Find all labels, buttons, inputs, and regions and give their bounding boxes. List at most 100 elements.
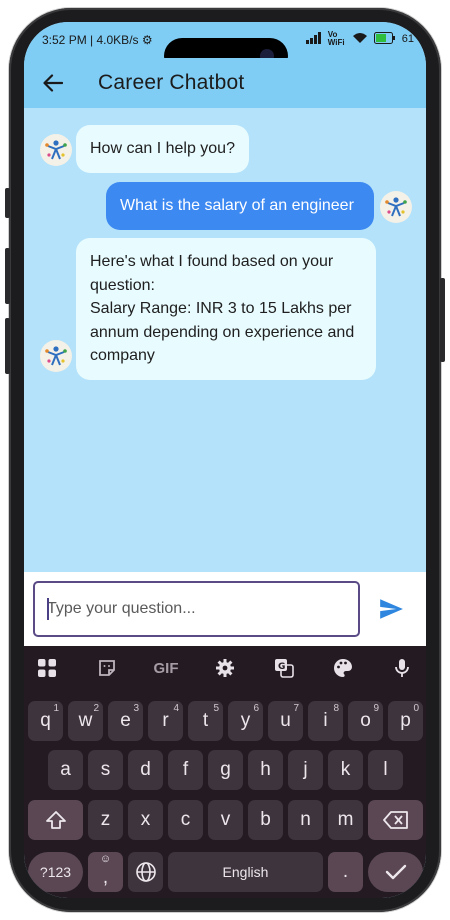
- key-hint: 0: [413, 703, 419, 714]
- key-g[interactable]: g: [208, 750, 243, 790]
- apps-grid-icon[interactable]: [27, 646, 67, 690]
- key-label: i: [323, 710, 328, 731]
- app-bar: Career Chatbot: [24, 58, 426, 108]
- backspace-key[interactable]: [368, 800, 423, 840]
- key-label: r: [162, 710, 169, 731]
- volume-down-button: [5, 318, 10, 374]
- key-hint: 2: [93, 703, 99, 714]
- soft-keyboard: GIF G q1 w2 e3 r4 t5 y6 u7 i8 o9 p0 a s: [24, 646, 426, 898]
- settings-status-icon: ⚙: [141, 33, 153, 47]
- key-hint: 7: [293, 703, 299, 714]
- wifi-icon: [352, 32, 368, 47]
- key-x[interactable]: x: [128, 800, 163, 840]
- career-logo-icon: [45, 140, 67, 160]
- signal-icon: [305, 31, 322, 47]
- sticker-icon[interactable]: [87, 646, 127, 690]
- user-avatar: [380, 191, 412, 223]
- message-line: Salary Range: INR 3 to 15 Lakhs per: [90, 300, 352, 317]
- key-hint: 5: [213, 703, 219, 714]
- symbols-key[interactable]: ?123: [28, 852, 83, 892]
- backspace-icon: [382, 811, 408, 829]
- message-line: company: [90, 347, 155, 364]
- back-button[interactable]: [24, 58, 82, 108]
- palette-icon[interactable]: [323, 646, 363, 690]
- message-line: annum depending on experience and: [90, 323, 355, 341]
- user-message-bubble: What is the salary of an engineer: [106, 182, 374, 230]
- power-button: [440, 278, 445, 362]
- vowifi-label: Vo WiFi: [327, 30, 345, 47]
- message-text: How can I help you?: [90, 140, 235, 157]
- career-logo-icon: [385, 197, 407, 217]
- key-c[interactable]: c: [168, 800, 203, 840]
- volume-up-button: [5, 248, 10, 304]
- battery-level: 61: [401, 33, 414, 45]
- bot-avatar: [40, 340, 72, 372]
- message-line: question:: [90, 276, 155, 294]
- shift-key[interactable]: [28, 800, 83, 840]
- key-label: q: [40, 710, 51, 731]
- checkmark-icon: [385, 864, 406, 880]
- key-z[interactable]: z: [88, 800, 123, 840]
- emoji-icon: ☺: [99, 853, 112, 865]
- key-y[interactable]: y6: [228, 701, 263, 741]
- key-q[interactable]: q1: [28, 701, 63, 741]
- send-button[interactable]: [376, 594, 406, 624]
- key-n[interactable]: n: [288, 800, 323, 840]
- translate-icon[interactable]: G: [264, 646, 304, 690]
- action-button: [5, 188, 10, 218]
- key-h[interactable]: h: [248, 750, 283, 790]
- key-f[interactable]: f: [168, 750, 203, 790]
- key-hint: 3: [133, 703, 139, 714]
- bot-message-bubble: Here's what I found based on your questi…: [76, 238, 376, 380]
- key-label: y: [240, 710, 251, 731]
- send-icon: [380, 599, 403, 619]
- language-key[interactable]: [128, 852, 163, 892]
- key-v[interactable]: v: [208, 800, 243, 840]
- key-label: t: [202, 710, 209, 731]
- key-k[interactable]: k: [328, 750, 363, 790]
- key-i[interactable]: i8: [308, 701, 343, 741]
- key-d[interactable]: d: [128, 750, 163, 790]
- key-label: e: [120, 710, 131, 731]
- key-w[interactable]: w2: [68, 701, 103, 741]
- text-caret: [47, 598, 49, 620]
- globe-icon: [135, 862, 156, 882]
- key-m[interactable]: m: [328, 800, 363, 840]
- key-u[interactable]: u7: [268, 701, 303, 741]
- key-label: u: [280, 710, 291, 731]
- question-input-box[interactable]: [33, 581, 360, 637]
- svg-text:G: G: [278, 662, 285, 672]
- battery-icon: [373, 31, 396, 47]
- page-title: Career Chatbot: [98, 71, 245, 94]
- settings-gear-icon[interactable]: [205, 646, 245, 690]
- arrow-left-icon: [43, 74, 63, 92]
- key-s[interactable]: s: [88, 750, 123, 790]
- message-text: What is the salary of an engineer: [120, 197, 354, 214]
- key-b[interactable]: b: [248, 800, 283, 840]
- key-hint: 1: [53, 703, 59, 714]
- gif-button[interactable]: GIF: [146, 646, 186, 690]
- key-hint: 8: [333, 703, 339, 714]
- status-right-group: Vo WiFi 61: [305, 30, 414, 47]
- message-composer: [24, 572, 426, 646]
- key-e[interactable]: e3: [108, 701, 143, 741]
- network-speed: 4.0KB/s: [96, 33, 139, 47]
- key-l[interactable]: l: [368, 750, 403, 790]
- question-input[interactable]: [35, 583, 358, 635]
- key-a[interactable]: a: [48, 750, 83, 790]
- key-label: w: [78, 710, 93, 731]
- microphone-icon[interactable]: [382, 646, 422, 690]
- key-p[interactable]: p0: [388, 701, 423, 741]
- chat-messages[interactable]: How can I help you? What is the salary o…: [24, 108, 426, 572]
- key-hint: 9: [373, 703, 379, 714]
- key-o[interactable]: o9: [348, 701, 383, 741]
- key-r[interactable]: r4: [148, 701, 183, 741]
- emoji-comma-key[interactable]: , ☺: [88, 852, 123, 892]
- status-time-group: 3:52 PM | 4.0KB/s ⚙: [42, 33, 153, 47]
- key-j[interactable]: j: [288, 750, 323, 790]
- done-key[interactable]: [368, 852, 423, 892]
- bot-avatar: [40, 134, 72, 166]
- key-t[interactable]: t5: [188, 701, 223, 741]
- period-key[interactable]: .: [328, 852, 363, 892]
- space-key[interactable]: English: [168, 852, 323, 892]
